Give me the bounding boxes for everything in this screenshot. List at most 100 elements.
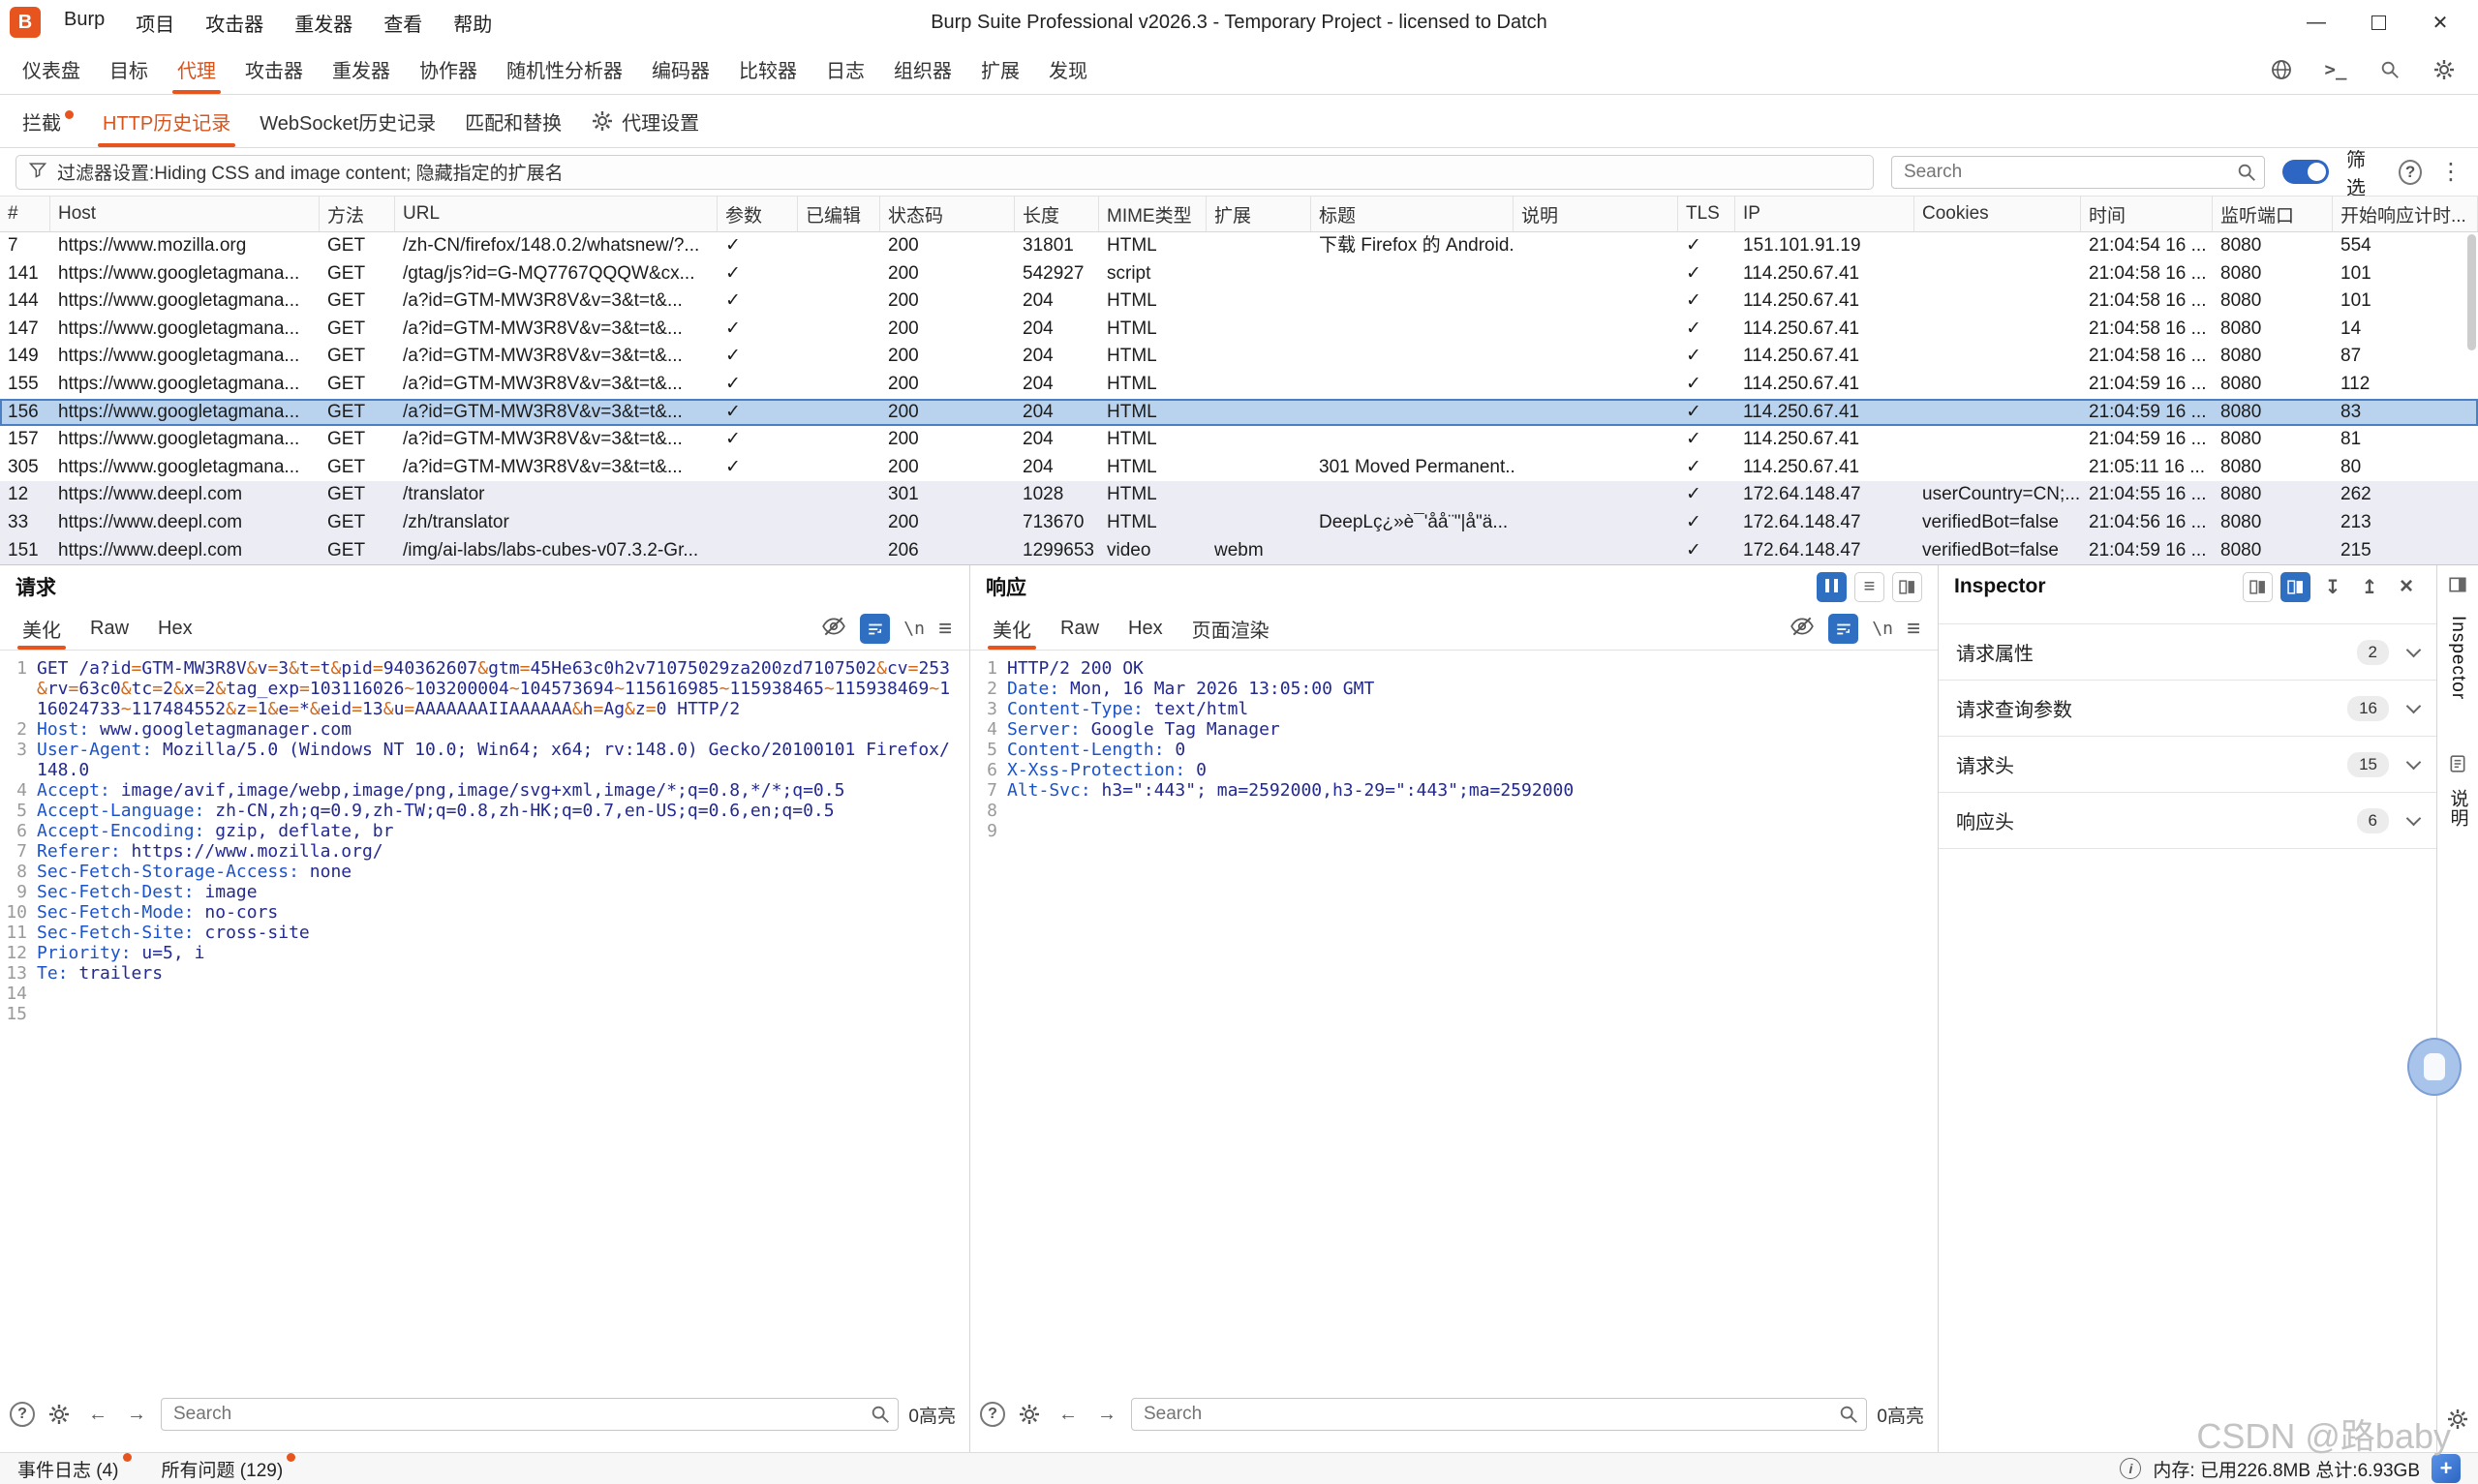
- sub-tab-item[interactable]: WebSocket历史记录: [245, 95, 450, 147]
- table-row[interactable]: 149https://www.googletagmana...GET/a?id=…: [0, 343, 2478, 371]
- main-tab-item[interactable]: 扩展: [966, 45, 1034, 94]
- dock-right-icon[interactable]: [2280, 572, 2310, 602]
- sub-tab-item[interactable]: HTTP历史记录: [88, 95, 245, 147]
- table-row[interactable]: 7https://www.mozilla.orgGET/zh-CN/firefo…: [0, 232, 2478, 260]
- response-editor[interactable]: 1HTTP/2 200 OK2Date: Mon, 16 Mar 2026 13…: [970, 651, 1938, 1392]
- help-icon[interactable]: ?: [2399, 160, 2422, 185]
- maximize-button[interactable]: [2364, 8, 2393, 37]
- main-tab-item[interactable]: 编码器: [637, 45, 724, 94]
- filter-settings-bar[interactable]: 过滤器设置:Hiding CSS and image content; 隐藏指定…: [15, 155, 1874, 190]
- inspector-section[interactable]: 请求头15: [1939, 737, 2436, 793]
- gear-icon[interactable]: [1015, 1400, 1044, 1429]
- main-tab-item[interactable]: 仪表盘: [8, 45, 95, 94]
- table-row[interactable]: 305https://www.googletagmana...GET/a?id=…: [0, 454, 2478, 482]
- column-header[interactable]: IP: [1735, 197, 1914, 231]
- editor-tab-item[interactable]: Hex: [1114, 608, 1178, 650]
- gear-icon[interactable]: [45, 1400, 74, 1429]
- event-log-button[interactable]: 事件日志 (4): [17, 1456, 119, 1482]
- table-row[interactable]: 141https://www.googletagmana...GET/gtag/…: [0, 260, 2478, 288]
- main-tab-item[interactable]: 日志: [811, 45, 879, 94]
- column-header[interactable]: 扩展: [1207, 197, 1311, 231]
- column-header[interactable]: Host: [50, 197, 320, 231]
- collapse-all-icon[interactable]: ↧: [2318, 572, 2347, 601]
- notes-vertical-tab[interactable]: 说明: [2445, 789, 2471, 828]
- editor-tab-item[interactable]: 页面渲染: [1178, 608, 1284, 650]
- menu-item[interactable]: 项目: [122, 3, 188, 43]
- word-wrap-icon[interactable]: [1828, 614, 1858, 644]
- table-row[interactable]: 156https://www.googletagmana...GET/a?id=…: [0, 399, 2478, 427]
- terminal-icon[interactable]: >_: [2321, 55, 2350, 84]
- main-tab-item[interactable]: 比较器: [724, 45, 811, 94]
- more-options-icon[interactable]: ⋮: [2439, 158, 2463, 186]
- menu-item[interactable]: 攻击器: [192, 3, 277, 43]
- filter-toggle[interactable]: [2282, 160, 2329, 184]
- inspector-section[interactable]: 响应头6: [1939, 793, 2436, 849]
- table-row[interactable]: 157https://www.googletagmana...GET/a?id=…: [0, 426, 2478, 454]
- next-match-icon[interactable]: →: [1092, 1400, 1121, 1429]
- main-tab-item[interactable]: 代理: [163, 45, 230, 94]
- main-tab-item[interactable]: 攻击器: [230, 45, 318, 94]
- column-header[interactable]: URL: [395, 197, 718, 231]
- close-inspector-icon[interactable]: ×: [2392, 572, 2421, 601]
- chevron-down-icon[interactable]: [2406, 698, 2422, 713]
- dock-panel-icon[interactable]: [2448, 575, 2467, 600]
- column-header[interactable]: TLS: [1678, 197, 1735, 231]
- table-row[interactable]: 147https://www.googletagmana...GET/a?id=…: [0, 316, 2478, 344]
- menu-item[interactable]: 帮助: [440, 3, 505, 43]
- chevron-down-icon[interactable]: [2406, 642, 2422, 657]
- column-header[interactable]: MIME类型: [1099, 197, 1207, 231]
- editor-menu-icon[interactable]: ≡: [938, 616, 952, 643]
- chevron-down-icon[interactable]: [2406, 810, 2422, 826]
- table-row[interactable]: 144https://www.googletagmana...GET/a?id=…: [0, 288, 2478, 316]
- table-scrollbar[interactable]: [2466, 232, 2477, 561]
- dock-left-icon[interactable]: [2243, 572, 2273, 602]
- main-tab-item[interactable]: 随机性分析器: [492, 45, 637, 94]
- column-header[interactable]: 时间: [2081, 197, 2213, 231]
- column-header[interactable]: 长度: [1015, 197, 1099, 231]
- linebreak-icon[interactable]: \n: [903, 619, 925, 639]
- editor-menu-icon[interactable]: ≡: [1907, 616, 1920, 643]
- next-match-icon[interactable]: →: [122, 1400, 151, 1429]
- prev-match-icon[interactable]: ←: [83, 1400, 112, 1429]
- chevron-down-icon[interactable]: [2406, 754, 2422, 770]
- menu-item[interactable]: 重发器: [281, 3, 366, 43]
- inspector-section[interactable]: 请求查询参数16: [1939, 681, 2436, 737]
- notes-doc-icon[interactable]: [2448, 754, 2467, 779]
- sub-tab-item[interactable]: 代理设置: [576, 95, 714, 147]
- layout-columns-icon[interactable]: [1892, 572, 1922, 602]
- main-tab-item[interactable]: 重发器: [318, 45, 405, 94]
- word-wrap-icon[interactable]: [860, 614, 890, 644]
- main-tab-item[interactable]: 发现: [1034, 45, 1102, 94]
- column-header[interactable]: #: [0, 197, 50, 231]
- request-search-input[interactable]: [161, 1398, 899, 1431]
- help-icon[interactable]: ?: [10, 1402, 35, 1427]
- pause-updates-icon[interactable]: [1817, 572, 1847, 602]
- inspector-section[interactable]: 请求属性2: [1939, 624, 2436, 681]
- prev-match-icon[interactable]: ←: [1054, 1400, 1083, 1429]
- minimize-button[interactable]: —: [2302, 8, 2331, 37]
- history-search-input[interactable]: [1891, 156, 2265, 189]
- column-header[interactable]: 已编辑: [798, 197, 880, 231]
- editor-tab-item[interactable]: Hex: [143, 608, 207, 650]
- layout-rows-icon[interactable]: ≡: [1854, 572, 1884, 602]
- table-row[interactable]: 155https://www.googletagmana...GET/a?id=…: [0, 371, 2478, 399]
- table-row[interactable]: 151https://www.deepl.comGET/img/ai-labs/…: [0, 537, 2478, 564]
- column-header[interactable]: 参数: [718, 197, 798, 231]
- main-tab-item[interactable]: 组织器: [879, 45, 966, 94]
- column-header[interactable]: 方法: [320, 197, 395, 231]
- table-row[interactable]: 33https://www.deepl.comGET/zh/translator…: [0, 509, 2478, 537]
- globe-icon[interactable]: [2267, 55, 2296, 84]
- settings-gear-icon[interactable]: [2430, 55, 2459, 84]
- column-header[interactable]: 监听端口: [2213, 197, 2333, 231]
- column-header[interactable]: 说明: [1514, 197, 1678, 231]
- search-icon[interactable]: [2375, 55, 2404, 84]
- editor-tab-item[interactable]: 美化: [8, 608, 76, 650]
- main-tab-item[interactable]: 协作器: [405, 45, 492, 94]
- inspector-vertical-tab[interactable]: Inspector: [2447, 616, 2468, 700]
- menu-item[interactable]: Burp: [50, 3, 118, 43]
- request-editor[interactable]: 1GET /a?id=GTM-MW3R8V&v=3&t=t&pid=940362…: [0, 651, 969, 1392]
- sub-tab-item[interactable]: 匹配和替换: [450, 95, 576, 147]
- all-issues-button[interactable]: 所有问题 (129): [162, 1456, 284, 1482]
- close-button[interactable]: ✕: [2426, 8, 2455, 37]
- editor-tab-item[interactable]: Raw: [76, 608, 143, 650]
